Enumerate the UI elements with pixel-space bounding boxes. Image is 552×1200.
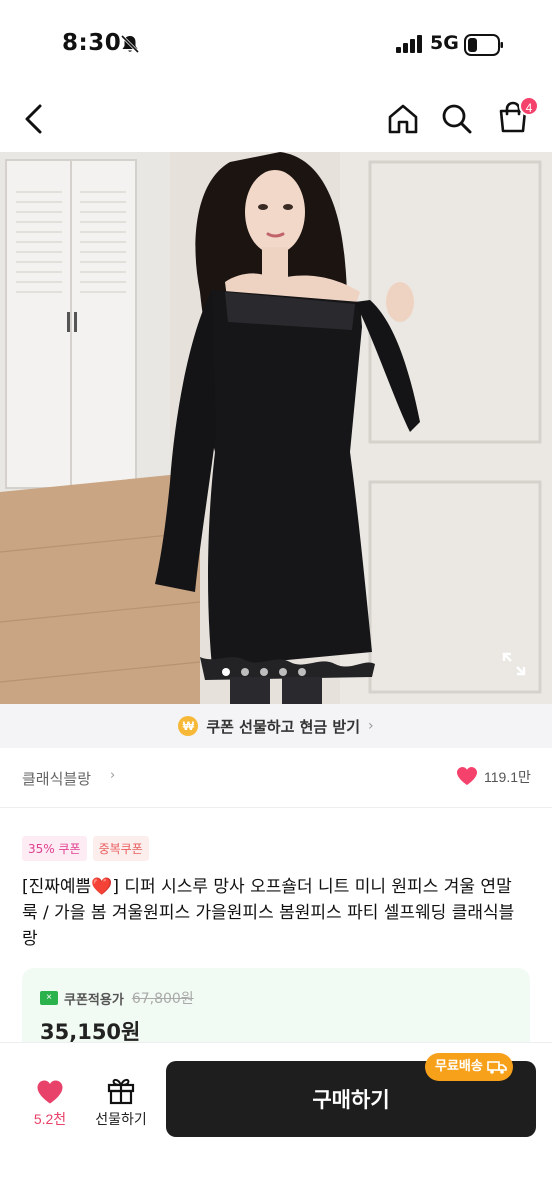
status-time: 8:30: [62, 30, 122, 56]
battery-icon: [464, 34, 503, 56]
page-dot[interactable]: [279, 668, 287, 676]
coupon-tag: 35% 쿠폰: [22, 836, 87, 861]
like-count: 119.1만: [484, 769, 531, 785]
product-photo: [0, 152, 552, 704]
home-icon[interactable]: [386, 102, 420, 136]
chevron-right-icon: ›: [368, 718, 374, 734]
chevron-right-icon: ›: [110, 768, 116, 783]
product-image[interactable]: [0, 152, 552, 704]
expand-icon[interactable]: [500, 650, 528, 678]
cart-count-badge: 4: [519, 96, 539, 116]
original-price: 67,800원: [131, 991, 194, 1007]
coin-icon: ₩: [178, 716, 199, 736]
shop-name[interactable]: 클래식블랑: [22, 768, 91, 789]
status-bar: 8:30 5G: [0, 0, 552, 90]
bottom-action-bar: 5.2천 선물하기 구매하기 무료배송: [0, 1042, 552, 1200]
heart-icon[interactable]: [456, 766, 478, 786]
network-label: 5G: [430, 32, 459, 54]
coupon-price-row: × 쿠폰적용가 67,800원: [40, 988, 194, 1008]
back-icon[interactable]: [18, 102, 52, 136]
free-shipping-label: 무료배송: [435, 1059, 483, 1074]
coupon-price-label: 쿠폰적용가: [64, 992, 124, 1008]
product-title: [진짜예쁨❤️] 디퍼 시스루 망사 오프숄더 니트 미니 원피스 겨울 연말룩…: [22, 877, 515, 949]
coupon-tags: 35% 쿠폰 중복쿠폰: [22, 836, 149, 861]
image-pagination[interactable]: [222, 668, 306, 678]
duplicate-coupon-tag: 중복쿠폰: [92, 836, 149, 861]
page-dot[interactable]: [260, 668, 268, 676]
wish-count: 5.2천: [33, 1111, 67, 1127]
page-dot[interactable]: [241, 668, 249, 676]
coupon-gift-text: 쿠폰 선물하고 현금 받기: [206, 717, 361, 736]
gift-label[interactable]: 선물하기: [86, 1109, 156, 1129]
ticket-icon: ×: [40, 991, 58, 1005]
signal-icon: [396, 35, 422, 53]
heart-icon[interactable]: [36, 1079, 64, 1105]
bell-off-icon: [120, 34, 140, 54]
nav-bar: 4: [0, 90, 552, 150]
free-shipping-badge: 무료배송: [425, 1053, 513, 1081]
page-dot[interactable]: [222, 668, 230, 676]
truck-icon: [487, 1061, 507, 1074]
page-dot[interactable]: [298, 668, 306, 676]
gift-icon[interactable]: [106, 1075, 136, 1105]
coupon-gift-banner[interactable]: ₩ 쿠폰 선물하고 현금 받기 ›: [0, 704, 552, 748]
search-icon[interactable]: [440, 102, 474, 136]
